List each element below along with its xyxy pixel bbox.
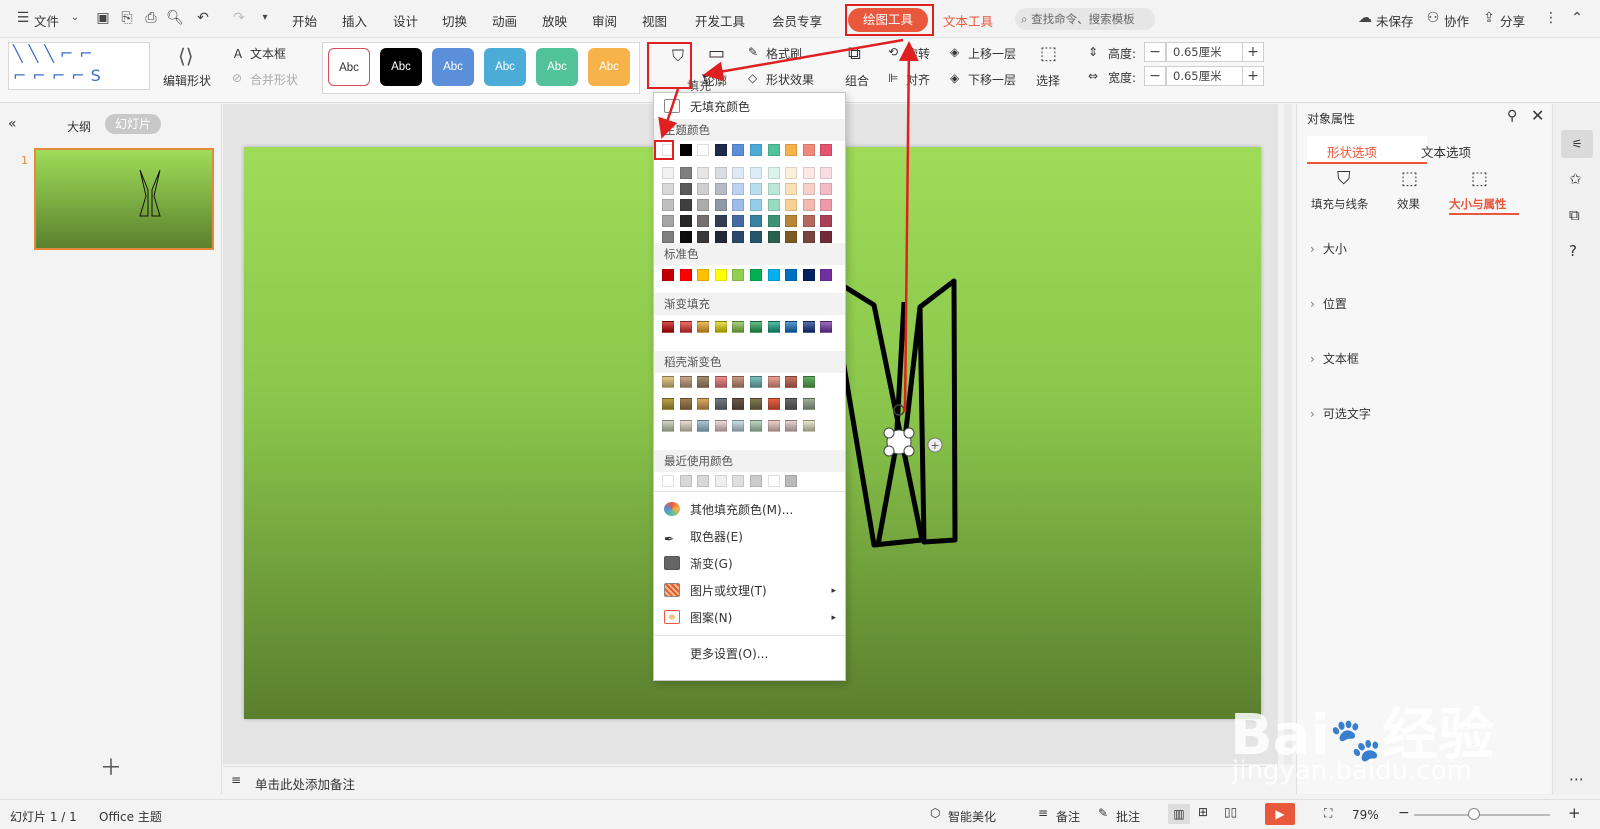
watermark-url: jingyan.baidu.com: [1232, 756, 1472, 786]
